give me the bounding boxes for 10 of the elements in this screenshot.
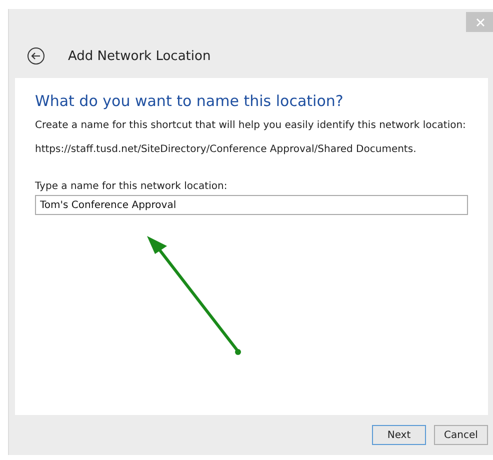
back-icon[interactable] bbox=[27, 47, 45, 65]
dialog-button[interactable]: Cancel bbox=[434, 425, 488, 445]
dialog-button[interactable]: Next bbox=[372, 425, 426, 445]
address-text: https://staff.tusd.net/SiteDirectory/Conference Approval/Shared Documents. bbox=[35, 144, 418, 155]
description-text: Create a name for this shortcut that will help you easily identify this network location: bbox=[35, 120, 467, 131]
close-icon bbox=[476, 18, 484, 26]
page-heading: What do you want to name this location? bbox=[35, 92, 344, 110]
field-label: Type a name for this network location: bbox=[35, 181, 228, 192]
name-input-field[interactable]: Tom's Conference Approval bbox=[35, 195, 468, 215]
window-title: Add Network Location bbox=[68, 48, 211, 64]
